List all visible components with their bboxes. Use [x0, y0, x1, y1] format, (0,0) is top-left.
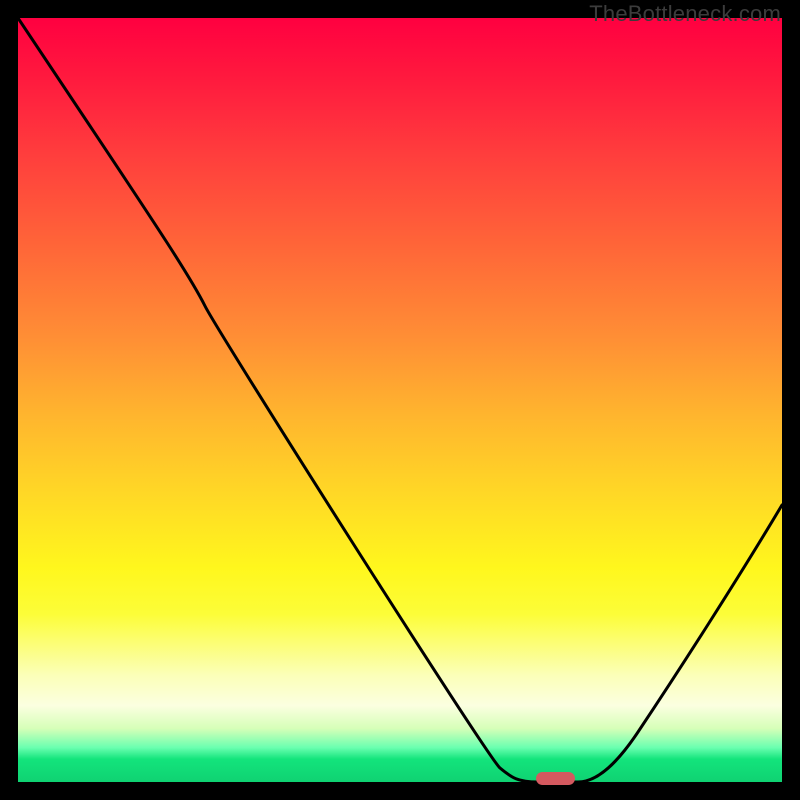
chart-frame: TheBottleneck.com	[0, 0, 800, 800]
watermark-text: TheBottleneck.com	[589, 1, 781, 27]
chart-plot-area	[18, 18, 782, 782]
optimal-marker	[536, 772, 575, 785]
